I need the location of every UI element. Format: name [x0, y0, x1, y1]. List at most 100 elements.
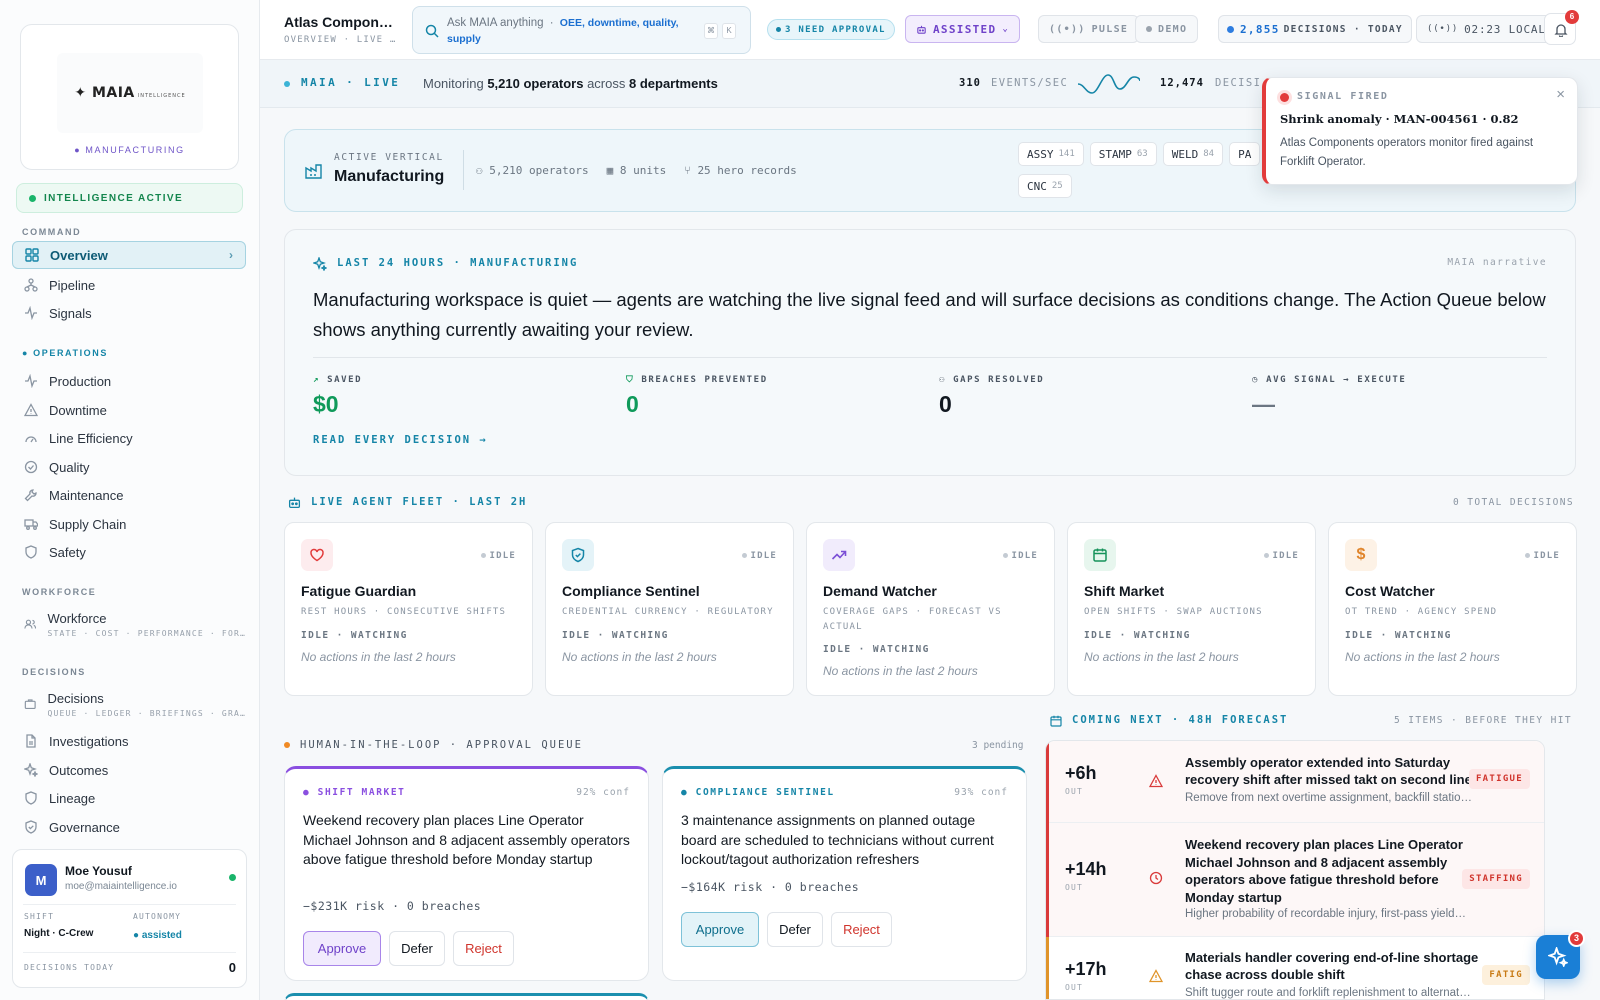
forecast-item[interactable]: +17h OUT Materials handler covering end-…	[1049, 937, 1544, 999]
nav-label: Production	[49, 373, 112, 389]
nav-production[interactable]: Production	[12, 367, 246, 395]
unit-chip[interactable]: PA	[1229, 142, 1261, 166]
nav-safety[interactable]: Safety	[12, 538, 246, 566]
nav-signals[interactable]: Signals	[12, 299, 246, 327]
agent-card[interactable]: IDLE Demand Watcher COVERAGE GAPS · FORE…	[806, 522, 1055, 696]
nav-label: Pipeline	[49, 277, 96, 293]
forecast-item[interactable]: +6h OUT Assembly operator extended into …	[1049, 741, 1544, 823]
nav-decisions[interactable]: Decisions QUEUE · LEDGER · BRIEFINGS · GR…	[12, 687, 246, 723]
brand-logo[interactable]: ✦ MAIA INTELLIGENCE	[57, 53, 203, 133]
unit-chip[interactable]: STAMP 63	[1089, 142, 1157, 166]
shift-label: SHIFT	[24, 912, 55, 921]
queue-label: HUMAN-IN-THE-LOOP · APPROVAL QUEUE	[300, 739, 583, 751]
read-decisions-link[interactable]: READ EVERY DECISION →	[313, 434, 488, 446]
agent-card[interactable]: IDLE Compliance Sentinel CREDENTIAL CURR…	[545, 522, 794, 696]
unit-chip[interactable]: CNC 25	[1018, 174, 1072, 198]
online-dot	[229, 874, 236, 881]
users-icon	[24, 619, 37, 629]
unit-chip[interactable]: WELD 84	[1162, 142, 1224, 166]
reject-button[interactable]: Reject	[453, 931, 514, 966]
user-card[interactable]: M Moe Yousuf moe@maiaintelligence.io SHI…	[12, 849, 247, 988]
decisions-today-pill[interactable]: 2,855 DECISIONS · TODAY	[1218, 15, 1412, 43]
fleet-total: 0 TOTAL DECISIONS	[1452, 497, 1574, 508]
approve-button[interactable]: Approve	[303, 931, 381, 966]
approval-badge[interactable]: 3 NEED APPROVAL	[767, 19, 895, 40]
defer-button[interactable]: Defer	[767, 912, 823, 947]
agent-empty: No actions in the last 2 hours	[1345, 650, 1500, 664]
nav-line-efficiency[interactable]: Line Efficiency	[12, 424, 246, 452]
live-dot	[284, 81, 290, 87]
nav-pipeline[interactable]: Pipeline	[12, 271, 246, 299]
narrative-label: LAST 24 HOURS · MANUFACTURING	[337, 257, 579, 269]
nav-label: Lineage	[49, 790, 96, 806]
nav-workforce[interactable]: Workforce STATE · COST · PERFORMANCE · FO…	[12, 607, 246, 643]
card-confidence: 93% conf	[954, 787, 1008, 798]
autonomy-value: ● assisted	[133, 930, 182, 941]
nav-label: Investigations	[49, 733, 129, 749]
fleet-label: LIVE AGENT FLEET · LAST 2H	[311, 496, 528, 508]
nav-downtime[interactable]: Downtime	[12, 396, 246, 424]
reject-button[interactable]: Reject	[831, 912, 892, 947]
nav-maintenance[interactable]: Maintenance	[12, 481, 246, 509]
approve-button[interactable]: Approve	[681, 912, 759, 947]
nav-label: Maintenance	[49, 487, 124, 503]
nav-governance[interactable]: Governance	[12, 813, 246, 841]
defer-button[interactable]: Defer	[389, 931, 445, 966]
assistant-fab[interactable]: 3	[1536, 930, 1585, 979]
pulse-toggle[interactable]: ((•)) PULSE	[1038, 15, 1140, 43]
card-risk: −$231K risk · 0 breaches	[303, 899, 482, 913]
nav-overview[interactable]: Overview ›	[12, 241, 246, 269]
nav-label: Signals	[49, 305, 92, 321]
agent-empty: No actions in the last 2 hours	[1084, 650, 1239, 664]
agent-name: Compliance Sentinel	[562, 583, 700, 599]
forecast-sub: Remove from next overtime assignment, ba…	[1185, 792, 1472, 804]
nav-supply-chain[interactable]: Supply Chain	[12, 510, 246, 538]
unit-chip[interactable]: ASSY 141	[1018, 142, 1084, 166]
agent-empty: No actions in the last 2 hours	[301, 650, 456, 664]
kbd-cmd: ⌘	[704, 23, 718, 39]
mode-select[interactable]: ASSISTED ⌄	[905, 15, 1021, 43]
demo-toggle[interactable]: DEMO	[1135, 15, 1199, 43]
warning-icon	[1149, 774, 1163, 788]
bell-icon	[1554, 24, 1568, 37]
notifications-button[interactable]: 6	[1544, 10, 1579, 45]
nav-quality[interactable]: Quality	[12, 453, 246, 481]
agent-card[interactable]: $ IDLE Cost Watcher OT TREND · AGENCY SP…	[1328, 522, 1577, 696]
users-icon: ⚇	[939, 375, 947, 385]
card-agent: ● SHIFT MARKET	[303, 787, 406, 798]
shield-icon	[25, 545, 37, 559]
activity-icon	[25, 306, 37, 320]
narrative-card: LAST 24 HOURS · MANUFACTURING MAIA narra…	[284, 229, 1576, 476]
agent-card[interactable]: IDLE Fatigue Guardian REST HOURS · CONSE…	[284, 522, 533, 696]
card-text: Weekend recovery plan places Line Operat…	[303, 812, 630, 867]
sparkle-icon	[313, 257, 327, 271]
grid-icon	[25, 248, 39, 262]
logo-text: MAIA	[91, 85, 135, 101]
approval-card: ● COMPLIANCE SENTINEL 93% conf 3 mainten…	[662, 766, 1027, 981]
vertical-name: Manufacturing	[334, 168, 445, 185]
sidebar: ✦ MAIA INTELLIGENCE ● MANUFACTURING INTEL…	[0, 0, 260, 1000]
breadcrumb[interactable]: OVERVIEW · LIVE …	[284, 35, 397, 45]
forecast-item[interactable]: +14h OUT Weekend recovery plan places Li…	[1049, 823, 1544, 937]
shield-icon	[562, 539, 594, 571]
agent-card[interactable]: IDLE Shift Market OPEN SHIFTS · SWAP AUC…	[1067, 522, 1316, 696]
forecast-tag: FATIGUE	[1468, 769, 1530, 789]
forecast-title: Materials handler covering end-of-line s…	[1185, 950, 1479, 982]
signal-toast[interactable]: SIGNAL FIRED Shrink anomaly · MAN-004561…	[1262, 77, 1578, 185]
shield-check-icon	[25, 820, 37, 834]
nav-lineage[interactable]: Lineage	[12, 784, 246, 812]
forecast-sub: Higher probability of recordable injury,…	[1185, 908, 1467, 920]
notification-count: 6	[1565, 10, 1579, 24]
agent-desc: COVERAGE GAPS · FORECAST VS ACTUAL	[823, 607, 1002, 632]
close-icon[interactable]: ×	[1556, 86, 1565, 103]
nav-label: Downtime	[49, 402, 107, 418]
agent-empty: No actions in the last 2 hours	[823, 664, 978, 678]
heart-icon	[301, 539, 333, 571]
trend-icon	[823, 539, 855, 571]
search-input[interactable]: Ask MAIA anything · OEE, downtime, quali…	[412, 6, 751, 54]
decisions-today-label: DECISIONS TODAY	[24, 963, 115, 972]
nav-label: Supply Chain	[49, 516, 127, 532]
alert-dot	[1280, 93, 1289, 102]
nav-investigations[interactable]: Investigations	[12, 727, 246, 755]
nav-outcomes[interactable]: Outcomes	[12, 756, 246, 784]
